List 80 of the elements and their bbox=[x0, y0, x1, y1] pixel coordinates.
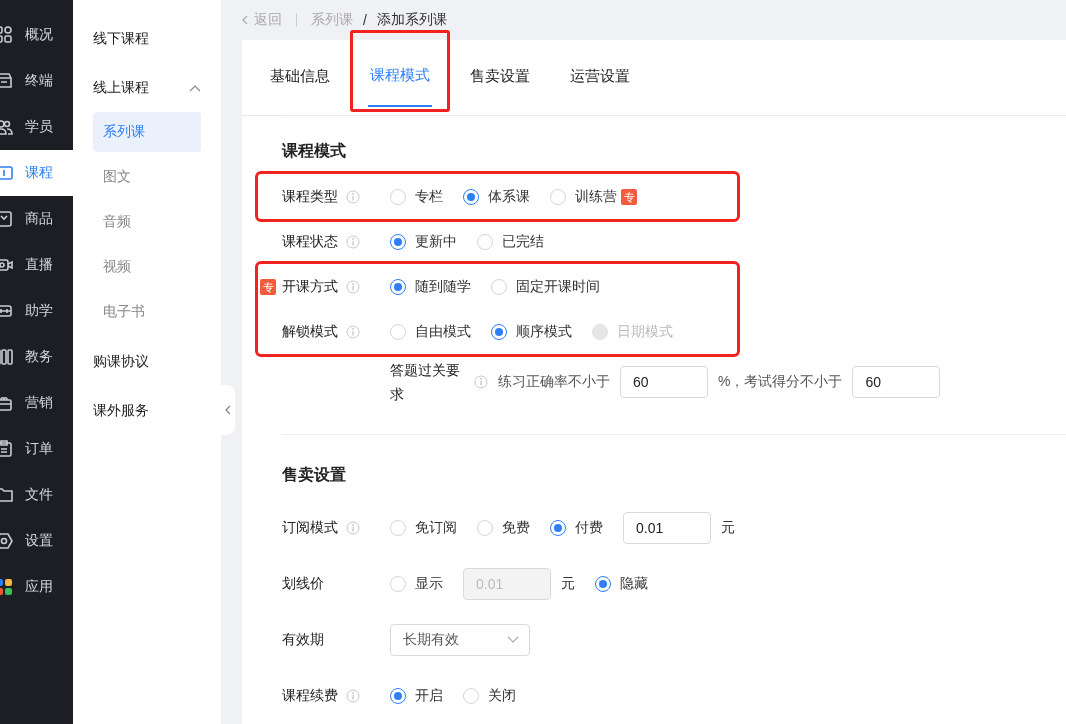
radio-option[interactable]: 付费 bbox=[550, 519, 603, 537]
menu-group[interactable]: 购课协议 bbox=[93, 337, 201, 386]
radio-option[interactable]: 免费 bbox=[477, 519, 530, 537]
field-label: 课程状态 bbox=[282, 232, 338, 251]
nav-item[interactable]: 文件 bbox=[0, 472, 73, 518]
field-text: 练习正确率不小于 bbox=[498, 373, 610, 391]
unit-label: 元 bbox=[721, 519, 735, 537]
dropdown[interactable]: 长期有效 bbox=[390, 624, 530, 656]
gear-icon bbox=[0, 532, 13, 550]
radio-option[interactable]: 体系课 bbox=[463, 187, 530, 206]
nav-item[interactable]: 商品 bbox=[0, 196, 73, 242]
radio-option[interactable]: 训练营 bbox=[550, 187, 617, 206]
columns-icon bbox=[0, 348, 13, 366]
nav-item[interactable]: 学员 bbox=[0, 104, 73, 150]
tab[interactable]: 课程模式 bbox=[368, 40, 432, 107]
submenu-item[interactable]: 系列课 bbox=[93, 112, 201, 152]
radio-option[interactable]: 关闭 bbox=[463, 687, 516, 705]
field-text: %，考试得分不小于 bbox=[718, 373, 843, 391]
chevron-down-icon bbox=[507, 636, 519, 644]
nav-item[interactable]: 应用 bbox=[0, 564, 73, 610]
collapse-handle[interactable] bbox=[221, 385, 235, 435]
radio-option[interactable]: 专栏 bbox=[390, 187, 443, 206]
breadcrumb-current: 添加系列课 bbox=[376, 11, 447, 29]
menu-group[interactable]: 课外服务 bbox=[93, 386, 201, 435]
nav-item[interactable]: 营销 bbox=[0, 380, 73, 426]
people-icon bbox=[0, 118, 13, 136]
submenu-item[interactable]: 电子书 bbox=[93, 292, 201, 332]
radio-option[interactable]: 自由模式 bbox=[390, 322, 471, 341]
submenu-item[interactable]: 视频 bbox=[93, 247, 201, 287]
pro-badge: 专 bbox=[260, 278, 276, 295]
radio-option[interactable]: 更新中 bbox=[390, 232, 457, 251]
unit-label: 元 bbox=[561, 575, 575, 593]
radio-option[interactable]: 已完结 bbox=[477, 232, 544, 251]
grid-icon bbox=[0, 26, 13, 44]
nav-item[interactable]: 教务 bbox=[0, 334, 73, 380]
field-label: 课程续费 bbox=[282, 687, 338, 705]
tab[interactable]: 基础信息 bbox=[268, 40, 332, 115]
nav-item[interactable]: 订单 bbox=[0, 426, 73, 472]
nav-item[interactable]: 课程 bbox=[0, 150, 73, 196]
radio-option[interactable]: 开启 bbox=[390, 687, 443, 705]
input-field[interactable]: 0.01 bbox=[623, 512, 711, 544]
submenu-item[interactable]: 图文 bbox=[93, 157, 201, 197]
nav-item[interactable]: 概况 bbox=[0, 12, 73, 58]
apps-icon bbox=[0, 578, 13, 596]
store-icon bbox=[0, 72, 13, 90]
input-field: 0.01 bbox=[463, 568, 551, 600]
radio-option[interactable]: 固定开课时间 bbox=[491, 277, 600, 296]
input-field[interactable]: 60 bbox=[852, 366, 941, 398]
radio-option[interactable]: 顺序模式 bbox=[491, 322, 572, 341]
nav-item[interactable]: 设置 bbox=[0, 518, 73, 564]
radio-option: 日期模式 bbox=[592, 322, 673, 341]
tab[interactable]: 售卖设置 bbox=[468, 40, 532, 115]
chevron-left-icon bbox=[225, 405, 231, 415]
radio-option[interactable]: 隐藏 bbox=[595, 575, 648, 593]
field-label: 解锁模式 bbox=[282, 322, 338, 341]
field-label: 划线价 bbox=[282, 575, 324, 593]
clipboard-icon bbox=[0, 440, 13, 458]
radio-option[interactable]: 显示 bbox=[390, 575, 443, 593]
radio-option[interactable]: 免订阅 bbox=[390, 519, 457, 537]
tab[interactable]: 运营设置 bbox=[568, 40, 632, 115]
field-label: 开课方式 bbox=[282, 277, 338, 296]
chevron-left-icon bbox=[242, 15, 248, 25]
menu-group[interactable]: 线上课程 bbox=[93, 63, 201, 112]
breadcrumb-separator: / bbox=[363, 12, 367, 28]
section-title: 售卖设置 bbox=[282, 465, 347, 485]
pro-badge: 专 bbox=[621, 188, 637, 205]
field-label: 答题过关要求 bbox=[390, 361, 461, 404]
field-label: 课程类型 bbox=[282, 187, 338, 206]
menu-group[interactable]: 线下课程 bbox=[93, 14, 201, 63]
submenu-item[interactable]: 音频 bbox=[93, 202, 201, 242]
section-title: 课程模式 bbox=[282, 141, 347, 161]
camera-icon bbox=[0, 256, 13, 274]
radio-option[interactable]: 随到随学 bbox=[390, 277, 471, 296]
nav-item[interactable]: 直播 bbox=[0, 242, 73, 288]
field-label: 有效期 bbox=[282, 631, 324, 649]
field-label: 订阅模式 bbox=[282, 519, 338, 537]
nav-item[interactable]: 助学 bbox=[0, 288, 73, 334]
folder-icon bbox=[0, 486, 13, 504]
input-field[interactable]: 60 bbox=[620, 366, 708, 398]
nav-item[interactable]: 终端 bbox=[0, 58, 73, 104]
